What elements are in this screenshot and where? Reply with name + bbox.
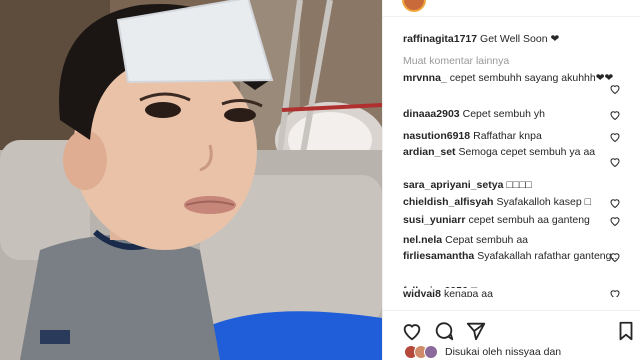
comment-text: Semoga cepet sembuh ya aa	[458, 146, 596, 158]
bookmark-icon[interactable]	[615, 320, 637, 342]
heart-icon[interactable]	[609, 131, 621, 143]
heart-icon[interactable]	[609, 83, 621, 95]
comment-username[interactable]: dinaaa2903	[403, 108, 460, 120]
heart-icon[interactable]	[609, 197, 621, 209]
load-more-comments-link[interactable]: Muat komentar lainnya	[403, 55, 509, 67]
comment-username[interactable]: ardian_set	[403, 146, 456, 158]
heart-icon[interactable]	[609, 156, 621, 168]
comment-item: firliesamantha Syafakallah rafathar gante…	[403, 250, 619, 263]
comment-item: chieldish_alfisyah Syafakalloh kasep □	[403, 196, 619, 209]
comment-username[interactable]: susi_yuniarr	[403, 214, 465, 226]
comment-item: nel.nela Cepat sembuh aa	[403, 234, 619, 247]
comment-item: sara_apriyani_setya □□□□	[403, 179, 619, 192]
comment-text: Syafakalloh kasep □	[496, 196, 591, 208]
post-sidebar: raffinagita1717 Get Well Soon ❤ Muat kom…	[382, 0, 640, 360]
comment-username[interactable]: chieldish_alfisyah	[403, 196, 493, 208]
comment-username[interactable]: nel.nela	[403, 234, 442, 246]
actions-divider	[383, 310, 640, 311]
comment-text: cepet sembuh aa ganteng	[468, 214, 590, 226]
comment-username[interactable]: firliesamantha	[403, 250, 474, 262]
caption-username[interactable]: raffinagita1717	[403, 33, 477, 45]
heart-icon[interactable]	[401, 320, 423, 342]
comment-username[interactable]: widyai8	[403, 288, 441, 297]
comment-item: widyai8 kenapa aa	[403, 288, 619, 297]
post-photo	[0, 0, 382, 360]
post-caption: raffinagita1717 Get Well Soon ❤	[403, 33, 635, 45]
liker-avatar[interactable]	[424, 345, 438, 359]
comment-item: mrvnna_ cepet sembuhh sayang akuhhh❤❤	[403, 72, 619, 85]
comment-item: nasution6918 Raffathar knpa	[403, 130, 619, 143]
comment-username[interactable]: mrvnna_	[403, 72, 447, 84]
heart-icon[interactable]	[609, 251, 621, 263]
comment-text: Syafakallah rafathar ganteng..	[477, 250, 618, 262]
child-photo-image	[0, 0, 382, 360]
comment-username[interactable]: nasution6918	[403, 130, 470, 142]
share-icon[interactable]	[465, 320, 487, 342]
likes-summary[interactable]: Disukai oleh nissyaa dan	[445, 346, 561, 358]
comment-text: □□□□	[506, 179, 532, 191]
comment-icon[interactable]	[433, 320, 455, 342]
comment-username[interactable]: sara_apriyani_setya	[403, 179, 503, 191]
heart-icon[interactable]	[609, 109, 621, 121]
caption-text: Get Well Soon ❤	[480, 33, 560, 45]
comment-item: dinaaa2903 Cepet sembuh yh	[403, 108, 619, 121]
header-avatar[interactable]	[402, 0, 426, 12]
comment-text: Cepat sembuh aa	[445, 234, 528, 246]
heart-icon[interactable]	[609, 215, 621, 227]
comment-text: kenapa aa	[443, 288, 493, 297]
comment-list: mrvnna_ cepet sembuhh sayang akuhhh❤❤ din…	[383, 70, 640, 288]
heart-icon[interactable]	[609, 288, 621, 297]
comment-item: ardian_set Semoga cepet sembuh ya aa	[403, 146, 619, 159]
header-divider	[383, 16, 640, 17]
comment-item: susi_yuniarr cepet sembuh aa ganteng	[403, 214, 619, 227]
comment-text: Raffathar knpa	[473, 130, 542, 142]
comment-text: Cepet sembuh yh	[462, 108, 545, 120]
comment-text: cepet sembuhh sayang akuhhh❤❤	[449, 72, 614, 84]
